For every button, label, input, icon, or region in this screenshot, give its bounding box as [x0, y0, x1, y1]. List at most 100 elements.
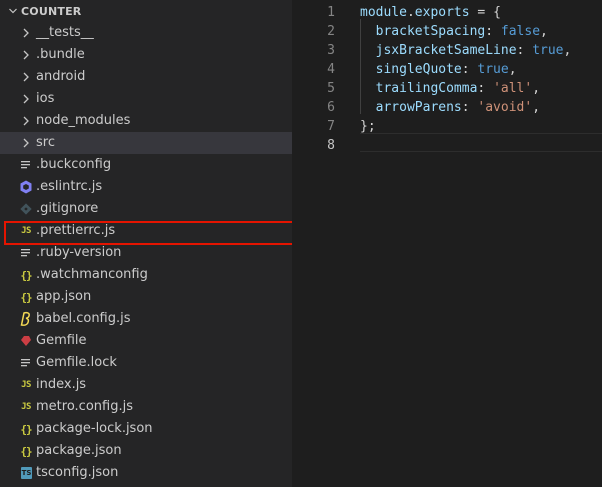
line-number: 4 — [327, 62, 335, 77]
file-item[interactable]: {} package-lock.json — [0, 418, 292, 440]
code-line[interactable]: 4 singleQuote: true, — [292, 60, 602, 79]
file-item[interactable]: Gemfile.lock — [0, 352, 292, 374]
folder-item[interactable]: __tests__ — [0, 22, 292, 44]
code-token: trailingComma — [375, 81, 478, 96]
code-token: , — [532, 81, 541, 96]
file-label: .watchmanconfig — [36, 267, 148, 282]
file-label: metro.config.js — [36, 399, 133, 414]
code-content: }; — [360, 117, 376, 136]
lines-file-icon — [18, 157, 34, 173]
file-label: .prettierrc.js — [36, 223, 116, 238]
lines-file-icon — [18, 355, 34, 371]
explorer-sidebar: COUNTER __tests__ .bundle android ios node_m… — [0, 0, 292, 487]
js-file-icon: JS — [21, 226, 31, 236]
code-line[interactable]: 2 bracketSpacing: false, — [292, 22, 602, 41]
file-label: Gemfile — [36, 333, 87, 348]
code-token: bracketSpacing — [375, 24, 486, 39]
file-item[interactable]: Gemfile — [0, 330, 292, 352]
code-token: : — [477, 81, 494, 96]
folder-item[interactable]: src — [0, 132, 292, 154]
code-token: arrowParens — [375, 100, 462, 115]
code-line[interactable]: 6 arrowParens: 'avoid', — [292, 98, 602, 117]
code-token: module — [360, 5, 407, 20]
folder-item[interactable]: android — [0, 66, 292, 88]
folder-label: node_modules — [36, 113, 131, 128]
code-token: : — [485, 24, 501, 39]
folder-label: ios — [36, 91, 55, 106]
code-content: module.exports = { — [360, 3, 501, 22]
code-token: : — [516, 43, 533, 58]
code-editor[interactable]: 1 module.exports = {2 bracketSpacing: fal… — [292, 0, 602, 487]
file-label: index.js — [36, 377, 87, 392]
line-number: 6 — [327, 100, 335, 115]
code-token: false — [500, 24, 541, 39]
file-label: .gitignore — [36, 201, 99, 216]
chevron-right-icon — [18, 91, 34, 107]
json-file-icon: {} — [20, 268, 32, 282]
folder-item[interactable]: ios — [0, 88, 292, 110]
code-line[interactable]: 3 jsxBracketSameLine: true, — [292, 41, 602, 60]
file-tree: __tests__ .bundle android ios node_modulessr… — [0, 22, 292, 484]
file-label: Gemfile.lock — [36, 355, 117, 370]
line-number: 8 — [327, 138, 335, 153]
file-item[interactable]: {} package.json — [0, 440, 292, 462]
file-item[interactable]: JS metro.config.js — [0, 396, 292, 418]
code-token: . — [406, 5, 415, 20]
file-item[interactable]: {} .watchmanconfig — [0, 264, 292, 286]
code-token: , — [508, 62, 517, 77]
file-item[interactable]: .ruby-version — [0, 242, 292, 264]
code-content: bracketSpacing: false, — [360, 22, 548, 41]
folder-item[interactable]: .bundle — [0, 44, 292, 66]
code-token: }; — [360, 119, 376, 134]
folder-label: __tests__ — [36, 25, 94, 40]
file-label: package.json — [36, 443, 122, 458]
code-token: , — [563, 43, 572, 58]
code-token: exports — [414, 5, 470, 20]
code-token: true — [532, 43, 564, 58]
chevron-right-icon — [18, 25, 34, 41]
code-token: true — [477, 62, 509, 77]
file-item[interactable]: JS .prettierrc.js — [0, 220, 292, 245]
code-content: arrowParens: 'avoid', — [360, 98, 540, 117]
file-item[interactable]: babel.config.js — [0, 308, 292, 330]
file-label: package-lock.json — [36, 421, 153, 436]
file-label: tsconfig.json — [36, 465, 119, 480]
code-line[interactable]: 1 module.exports = { — [292, 3, 602, 22]
file-item[interactable]: {} app.json — [0, 286, 292, 308]
chevron-down-icon — [6, 6, 20, 16]
explorer-section-title: COUNTER — [21, 4, 82, 18]
folder-label: .bundle — [36, 47, 85, 62]
code-line[interactable]: 5 trailingComma: 'all', — [292, 79, 602, 98]
json-file-icon: {} — [20, 422, 32, 436]
json-file-icon: {} — [20, 444, 32, 458]
git-icon — [18, 201, 34, 217]
js-file-icon: JS — [21, 380, 31, 390]
file-item[interactable]: .buckconfig — [0, 154, 292, 176]
code-token: 'avoid' — [477, 100, 533, 115]
explorer-section-header[interactable]: COUNTER — [0, 0, 292, 22]
file-label: babel.config.js — [36, 311, 131, 326]
lines-file-icon — [18, 245, 34, 261]
code-token: jsxBracketSameLine — [375, 43, 517, 58]
code-token: , — [532, 100, 541, 115]
babel-icon — [18, 311, 34, 327]
file-item[interactable]: JS index.js — [0, 374, 292, 396]
ruby-icon — [18, 333, 34, 349]
code-token: = { — [469, 5, 501, 20]
code-content: jsxBracketSameLine: true, — [360, 41, 572, 60]
line-number: 3 — [327, 43, 335, 58]
code-token: 'all' — [493, 81, 533, 96]
file-item[interactable]: TS tsconfig.json — [0, 462, 292, 484]
folder-item[interactable]: node_modules — [0, 110, 292, 132]
chevron-right-icon — [18, 113, 34, 129]
file-item[interactable]: .gitignore — [0, 198, 292, 220]
code-line[interactable]: 7}; — [292, 117, 602, 136]
code-token: : — [461, 100, 478, 115]
code-line[interactable]: 8 — [292, 136, 602, 155]
file-item[interactable]: .eslintrc.js — [0, 176, 292, 198]
